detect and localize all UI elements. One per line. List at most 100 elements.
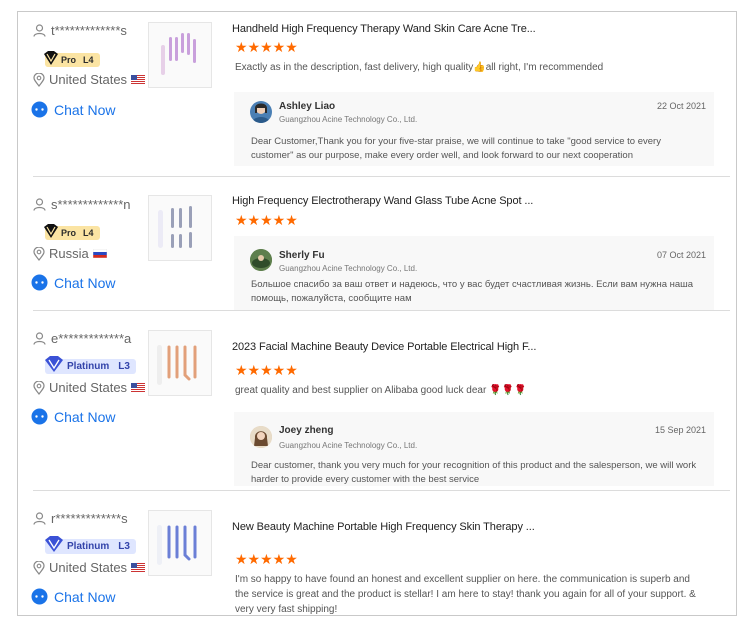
chat-bubble-icon: [31, 101, 48, 118]
product-thumbnail[interactable]: [148, 195, 212, 261]
country-name: United States: [49, 560, 128, 575]
reply-text: Dear customer, thank you very much for y…: [251, 460, 697, 485]
badge-type: Platinum: [67, 361, 110, 372]
chat-now-label[interactable]: Chat Now: [54, 589, 115, 605]
user-icon: [33, 198, 46, 211]
user-icon: [33, 24, 46, 37]
star-rating: ★★★★★: [235, 39, 298, 55]
badge-level: L4: [83, 55, 94, 65]
country-name: United States: [49, 380, 128, 395]
product-title[interactable]: New Beauty Machine Portable High Frequen…: [232, 521, 535, 533]
chat-bubble-icon: [31, 408, 48, 425]
star-rating: ★★★★★: [235, 551, 298, 567]
chat-now-label[interactable]: Chat Now: [54, 102, 115, 118]
product-thumbnail[interactable]: [148, 330, 212, 396]
review-item: t*************s Pro L4 United States Cha…: [18, 12, 736, 182]
diamond-icon: [45, 356, 63, 372]
reviewer-name: s*************n: [33, 197, 131, 212]
reply-author: Ashley Liao: [279, 101, 336, 112]
badge-level: L4: [83, 228, 94, 238]
avatar: [250, 101, 272, 123]
reviewer-country: Russia: [33, 246, 111, 261]
review-item: r*************s Platinum L3 United State…: [18, 500, 736, 616]
diamond-icon: [45, 536, 63, 552]
chat-now-button[interactable]: Chat Now: [31, 274, 115, 291]
chat-now-label[interactable]: Chat Now: [54, 275, 115, 291]
user-icon: [33, 332, 46, 345]
star-rating: ★★★★★: [235, 212, 298, 228]
reviewer-country: United States: [33, 560, 149, 575]
country-name: United States: [49, 72, 128, 87]
buyer-badge: Pro L4: [44, 51, 100, 67]
supplier-reply: Ashley Liao Guangzhou Acine Technology C…: [234, 92, 714, 166]
buyer-badge: Pro L4: [44, 224, 100, 240]
diamond-icon: [44, 224, 58, 238]
reviewer-name-text: r*************s: [51, 511, 128, 526]
product-image: [158, 206, 192, 248]
location-icon: [33, 380, 45, 395]
buyer-badge: Platinum L3: [45, 536, 136, 554]
badge-type: Platinum: [67, 541, 110, 552]
reviewer-name: e*************a: [33, 331, 131, 346]
divider: [33, 310, 730, 311]
reply-author: Sherly Fu: [279, 250, 325, 261]
avatar: [250, 426, 272, 448]
divider: [33, 490, 730, 491]
flag-icon: [131, 563, 146, 572]
star-rating: ★★★★★: [235, 362, 298, 378]
product-image: [157, 345, 197, 385]
flag-icon: [92, 249, 107, 258]
reviews-panel: t*************s Pro L4 United States Cha…: [17, 11, 737, 616]
diamond-icon: [44, 51, 58, 65]
location-icon: [33, 246, 45, 261]
reviewer-name-text: e*************a: [51, 331, 132, 346]
review-content: Exactly as in the description, fast deli…: [235, 62, 604, 73]
reviewer-country: United States: [33, 72, 149, 87]
badge-level: L3: [118, 361, 130, 372]
reply-company: Guangzhou Acine Technology Co., Ltd.: [279, 115, 418, 124]
product-thumbnail[interactable]: [148, 510, 212, 576]
buyer-badge: Platinum L3: [45, 356, 136, 374]
reply-author: Joey zheng: [279, 425, 334, 436]
reply-date: 22 Oct 2021: [656, 101, 706, 111]
flag-icon: [131, 383, 146, 392]
reply-company: Guangzhou Acine Technology Co., Ltd.: [279, 264, 418, 273]
reply-date: 15 Sep 2021: [654, 425, 706, 435]
avatar: [250, 249, 272, 271]
chat-now-button[interactable]: Chat Now: [31, 101, 115, 118]
reviewer-name: t*************s: [33, 23, 127, 38]
reply-date: 07 Oct 2021: [656, 250, 706, 260]
location-icon: [33, 72, 45, 87]
badge-type: Pro: [61, 228, 77, 238]
flag-icon: [131, 75, 146, 84]
supplier-reply: Joey zheng Guangzhou Acine Technology Co…: [234, 412, 714, 486]
reply-company: Guangzhou Acine Technology Co., Ltd.: [279, 441, 418, 450]
product-title[interactable]: Handheld High Frequency Therapy Wand Ski…: [232, 23, 536, 35]
reviewer-name: r*************s: [33, 511, 128, 526]
country-name: Russia: [49, 246, 89, 261]
product-title[interactable]: High Frequency Electrotherapy Wand Glass…: [232, 195, 533, 207]
review-item: s*************n Pro L4 Russia Chat Now H…: [18, 184, 736, 319]
reviewer-name-text: s*************n: [51, 197, 131, 212]
chat-bubble-icon: [31, 274, 48, 291]
user-icon: [33, 512, 46, 525]
review-item: e*************a Platinum L3 United State…: [18, 320, 736, 490]
chat-now-button[interactable]: Chat Now: [31, 588, 115, 605]
product-thumbnail[interactable]: [148, 22, 212, 88]
badge-level: L3: [118, 541, 130, 552]
badge-type: Pro: [61, 55, 77, 65]
reply-text: Dear Customer,Thank you for your five-st…: [251, 136, 661, 161]
product-title[interactable]: 2023 Facial Machine Beauty Device Portab…: [232, 341, 536, 353]
location-icon: [33, 560, 45, 575]
reply-text: Большое спасибо за ваш ответ и надеюсь, …: [251, 279, 694, 304]
review-content: I'm so happy to have found an honest and…: [235, 574, 696, 615]
chat-now-button[interactable]: Chat Now: [31, 408, 115, 425]
reviewer-name-text: t*************s: [51, 23, 127, 38]
chat-bubble-icon: [31, 588, 48, 605]
divider: [33, 176, 730, 177]
product-image: [161, 33, 196, 75]
review-content: great quality and best supplier on Aliba…: [235, 385, 527, 396]
chat-now-label[interactable]: Chat Now: [54, 409, 115, 425]
supplier-reply: Sherly Fu Guangzhou Acine Technology Co.…: [234, 236, 714, 310]
product-image: [157, 525, 197, 565]
